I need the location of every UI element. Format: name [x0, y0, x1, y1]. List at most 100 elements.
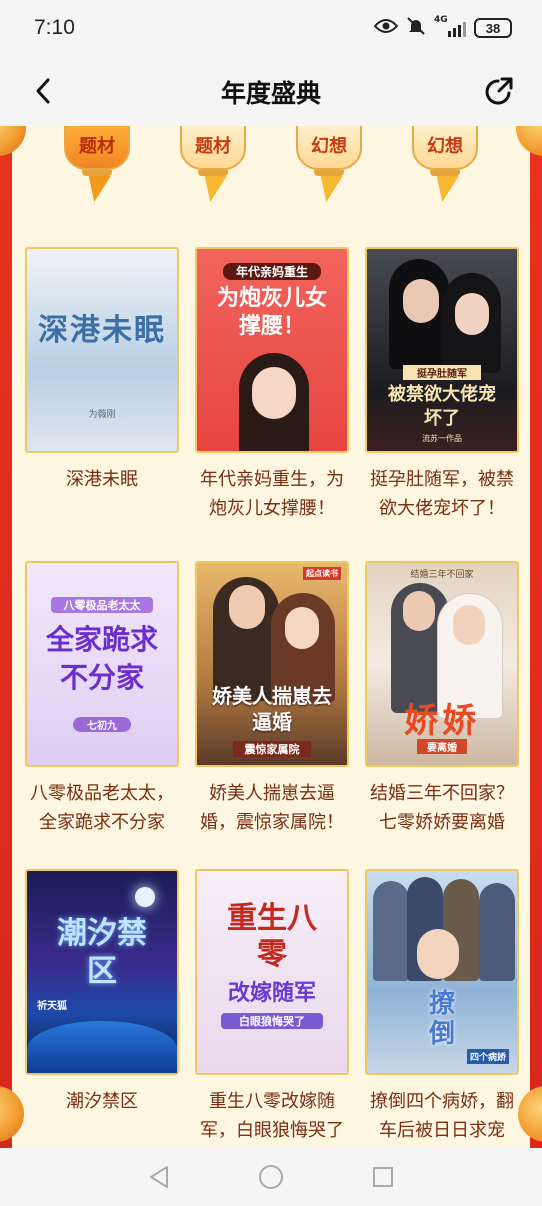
corner-ornament-top-right — [516, 126, 542, 156]
book-cover: 重生八零 改嫁随军 白眼狼悔哭了 — [195, 869, 349, 1075]
cover-subtitle: 四个病娇 — [466, 1049, 509, 1064]
tassel-icon — [199, 176, 227, 202]
book-title: 挺孕肚随军，被禁欲大佬宠坏了！ — [370, 469, 514, 519]
status-time: 7:10 — [34, 16, 75, 39]
book-cover: 挺孕肚随军 被禁欲大佬宠坏了 流苏一作品 — [365, 247, 519, 453]
lantern-tab-3[interactable]: 幻想 — [296, 126, 362, 202]
book-card[interactable]: 挺孕肚随军 被禁欲大佬宠坏了 流苏一作品 挺孕肚随军，被禁欲大佬宠坏了！ — [365, 247, 519, 523]
corner-ornament-bottom-right — [518, 1086, 542, 1142]
nav-bar: 年度盛典 — [0, 56, 542, 126]
share-button[interactable] — [480, 72, 518, 110]
cover-title: 撩倒 — [428, 989, 455, 1049]
system-nav-bar — [0, 1148, 542, 1206]
book-card[interactable]: 年代亲妈重生 为炮灰儿女撑腰！ 年代亲妈重生，为炮灰儿女撑腰！ — [195, 247, 349, 523]
nav-home-icon — [259, 1165, 283, 1189]
book-cover: 起点读书 娇美人揣崽去逼婚 震惊家属院 — [195, 561, 349, 767]
cover-banner: 结婚三年不回家 — [410, 570, 474, 580]
book-title: 结婚三年不回家？七零娇娇要离婚 — [370, 783, 514, 833]
cover-author: 祈天狐 — [37, 1001, 67, 1012]
nav-home-button[interactable] — [258, 1164, 284, 1190]
cover-author: 七初九 — [73, 717, 131, 732]
book-cover: 年代亲妈重生 为炮灰儿女撑腰！ — [195, 247, 349, 453]
nav-recents-icon — [373, 1167, 393, 1187]
cover-title: 全家跪求不分家 — [45, 623, 158, 694]
cover-face — [403, 279, 439, 323]
lantern-tab-1[interactable]: 题材 — [64, 126, 130, 202]
nav-back-button[interactable] — [146, 1164, 172, 1190]
lantern-label: 幻想 — [412, 126, 478, 170]
book-cover: 结婚三年不回家 娇娇 要离婚 — [365, 561, 519, 767]
cover-title: 重生八零 — [227, 901, 317, 972]
page-title: 年度盛典 — [220, 79, 321, 108]
tassel-icon — [431, 176, 459, 202]
book-title: 八零极品老太太，全家跪求不分家 — [30, 783, 174, 833]
cover-title: 为炮灰儿女撑腰！ — [216, 286, 327, 339]
book-title: 撩倒四个病娇，翻车后被日日求宠 — [370, 1091, 514, 1141]
cover-subtitle: 改嫁随军 — [227, 981, 316, 1006]
battery-icon: 38 — [474, 18, 512, 38]
cover-face — [229, 585, 265, 629]
cover-title: 潮汐禁区 — [57, 916, 147, 989]
network-type: 4G — [434, 15, 448, 25]
nav-recents-button[interactable] — [370, 1164, 396, 1190]
status-icons: 4G 38 — [373, 15, 512, 40]
book-cover: 八零极品老太太 全家跪求不分家 七初九 — [25, 561, 179, 767]
cover-face — [252, 367, 296, 419]
cover-title: 娇娇 — [404, 701, 480, 741]
lantern-label: 幻想 — [296, 126, 362, 170]
cover-title: 深港未眠 — [38, 313, 166, 348]
cover-face — [417, 929, 459, 979]
book-title: 娇美人揣崽去逼婚，震惊家属院！ — [200, 783, 344, 833]
book-title: 潮汐禁区 — [66, 1091, 138, 1112]
lantern-tab-4[interactable]: 幻想 — [412, 126, 478, 202]
lantern-label: 题材 — [180, 126, 246, 170]
tassel-icon — [315, 176, 343, 202]
corner-ornament-bottom-left — [0, 1086, 24, 1142]
content-area[interactable]: 题材 题材 幻想 幻想 深港未眠 为薇刚 深港未眠 年代亲妈重生 为炮灰儿女撑腰… — [0, 126, 542, 1148]
cover-banner: 挺孕肚随军 — [403, 365, 481, 380]
cover-author: 为薇刚 — [88, 410, 116, 420]
cover-subtitle: 要离婚 — [417, 739, 467, 754]
book-title: 深港未眠 — [66, 469, 138, 490]
cover-face — [453, 605, 485, 645]
nav-back-icon — [150, 1166, 168, 1188]
book-title: 年代亲妈重生，为炮灰儿女撑腰！ — [200, 469, 344, 519]
cover-figure — [373, 881, 409, 981]
eye-icon — [373, 18, 399, 38]
cover-author: 流苏一作品 — [422, 434, 462, 443]
lantern-label: 题材 — [64, 126, 130, 170]
signal-icon: 4G — [434, 15, 466, 37]
cover-subtitle: 震惊家属院 — [233, 741, 311, 757]
book-card[interactable]: 深港未眠 为薇刚 深港未眠 — [25, 247, 179, 494]
status-bar: 7:10 4G 38 — [0, 0, 542, 56]
book-cover: 撩倒 四个病娇 — [365, 869, 519, 1075]
cover-tag: 白眼狼悔哭了 — [221, 1013, 323, 1029]
tassel-icon — [83, 176, 111, 202]
share-icon — [485, 77, 513, 105]
cover-face — [455, 293, 489, 335]
cover-face — [403, 591, 435, 631]
book-card[interactable]: 八零极品老太太 全家跪求不分家 七初九 八零极品老太太，全家跪求不分家 — [25, 561, 179, 837]
corner-ornament-top-left — [0, 126, 26, 156]
frame-right — [530, 126, 542, 1148]
cover-figure — [479, 883, 515, 981]
cover-face — [285, 607, 319, 649]
book-cover: 深港未眠 为薇刚 — [25, 247, 179, 453]
frame-left — [0, 126, 12, 1148]
cover-tag: 起点读书 — [303, 567, 341, 580]
cover-title: 被禁欲大佬宠坏了 — [388, 384, 496, 429]
lantern-tab-2[interactable]: 题材 — [180, 126, 246, 202]
book-card[interactable]: 潮汐禁区 祈天狐 潮汐禁区 — [25, 869, 179, 1116]
cover-moon — [135, 887, 155, 907]
book-title: 重生八零改嫁随军，白眼狼悔哭了 — [200, 1091, 344, 1141]
cover-wave — [27, 1021, 177, 1073]
book-card[interactable]: 重生八零 改嫁随军 白眼狼悔哭了 重生八零改嫁随军，白眼狼悔哭了 — [195, 869, 349, 1145]
mute-icon — [406, 16, 426, 40]
book-card[interactable]: 撩倒 四个病娇 撩倒四个病娇，翻车后被日日求宠 — [365, 869, 519, 1145]
cover-banner: 八零极品老太太 — [51, 597, 153, 613]
book-cover: 潮汐禁区 祈天狐 — [25, 869, 179, 1075]
book-card[interactable]: 起点读书 娇美人揣崽去逼婚 震惊家属院 娇美人揣崽去逼婚，震惊家属院！ — [195, 561, 349, 837]
cover-title: 娇美人揣崽去逼婚 — [212, 684, 332, 734]
book-card[interactable]: 结婚三年不回家 娇娇 要离婚 结婚三年不回家？七零娇娇要离婚 — [365, 561, 519, 837]
cover-banner: 年代亲妈重生 — [223, 263, 321, 280]
